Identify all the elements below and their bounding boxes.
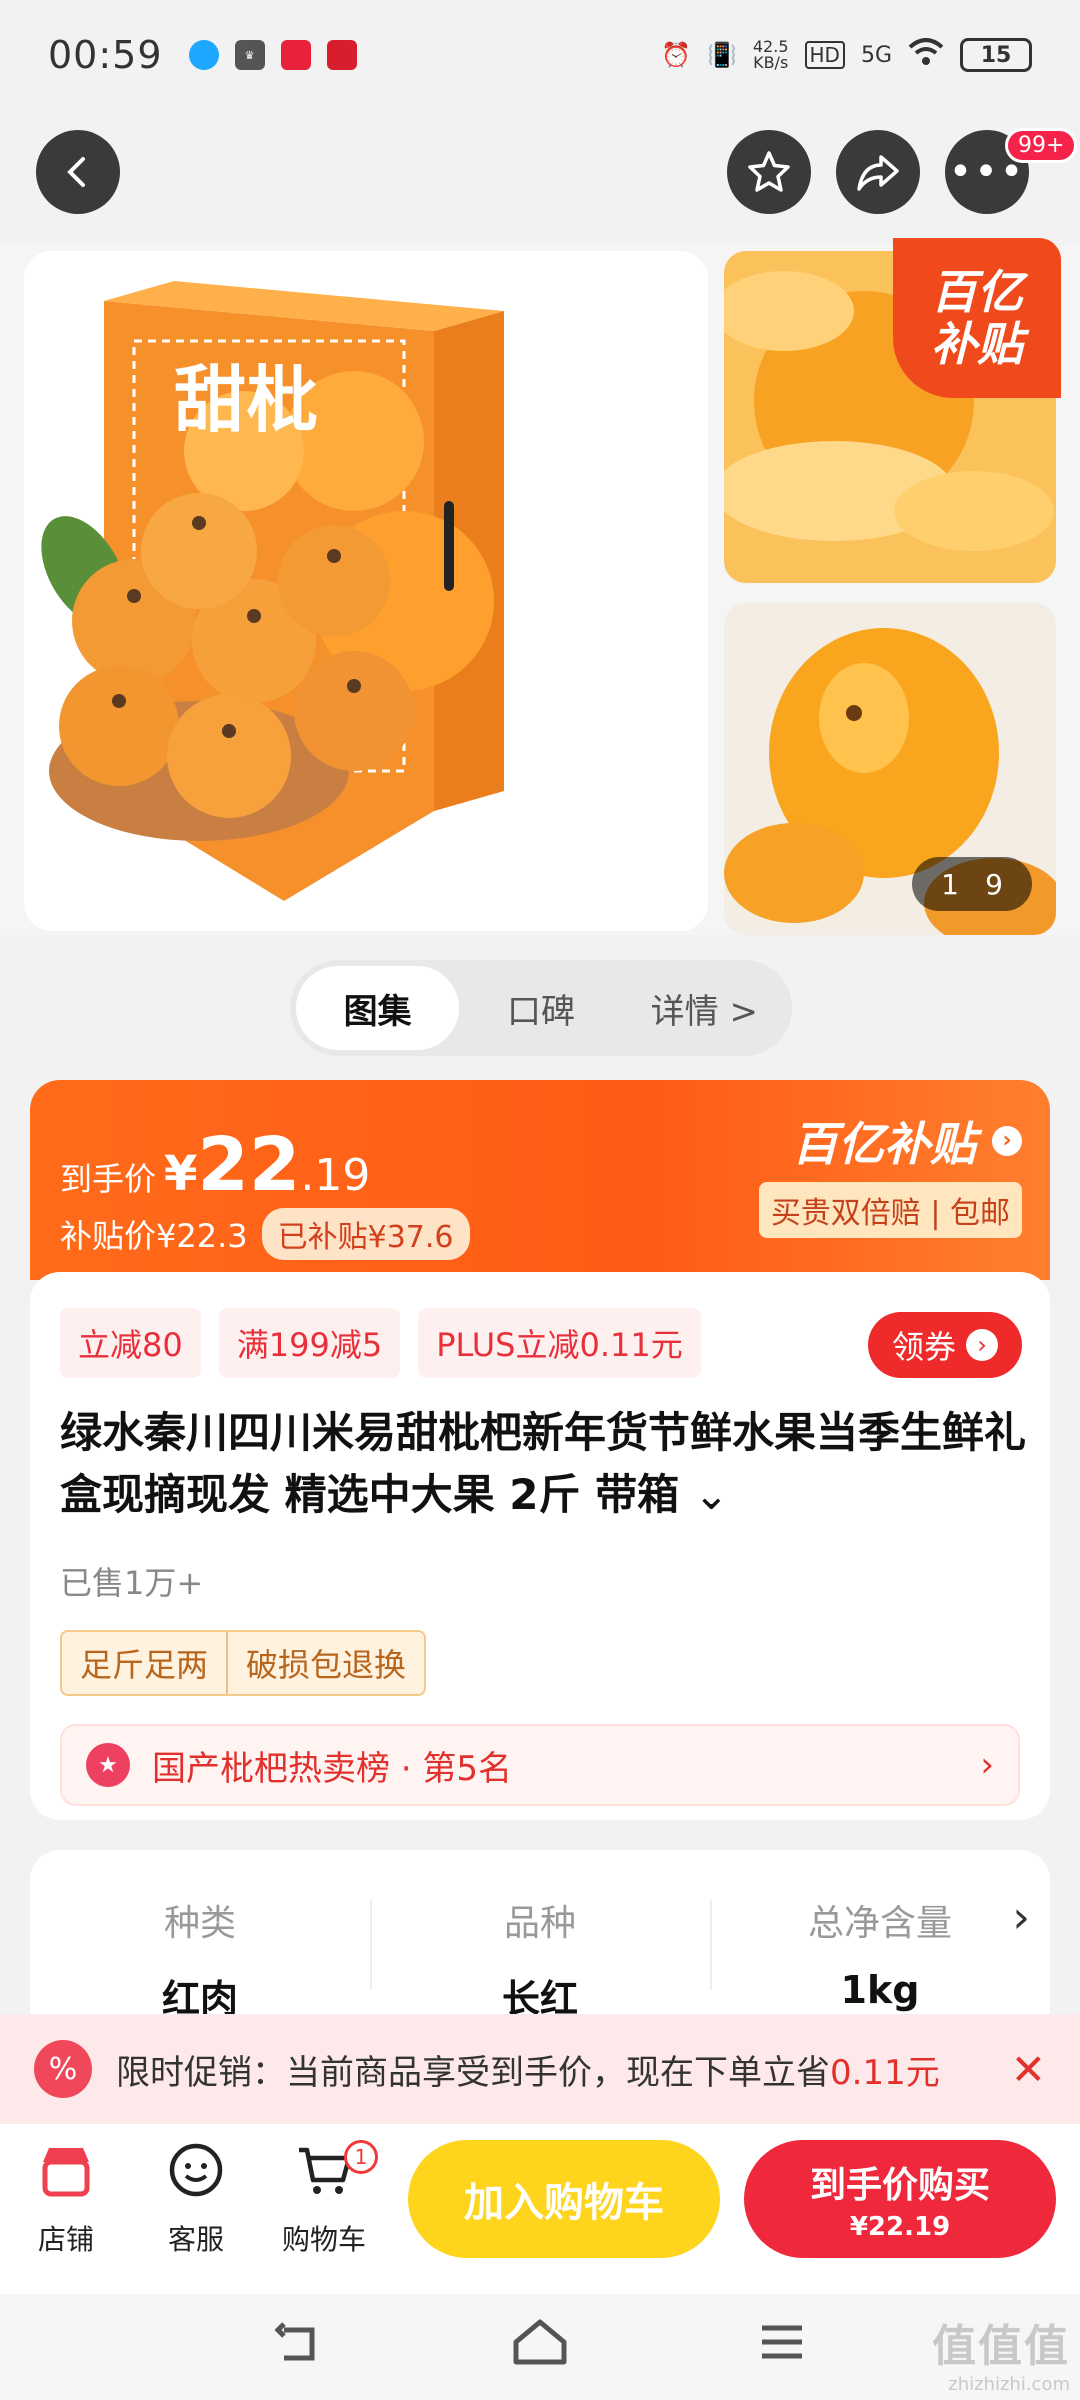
- chevron-right-icon: ›: [992, 1126, 1022, 1156]
- final-price: 到手价 ¥ 22 .19: [60, 1122, 371, 1208]
- customer-service-button[interactable]: 客服: [136, 2140, 256, 2258]
- cart-button[interactable]: 购物车 1: [264, 2140, 384, 2258]
- alarm-icon: ⏰: [661, 41, 691, 69]
- chevron-right-icon[interactable]: ›: [1012, 1892, 1030, 1943]
- sold-count: 已售1万+: [60, 1564, 204, 1602]
- hd-icon: HD: [804, 41, 845, 69]
- get-coupon-button[interactable]: 领券 ›: [867, 1312, 1022, 1378]
- subsidy-corner-badge: 百亿 补贴: [893, 238, 1061, 398]
- guarantee-tags: 足斤足两 破损包退换: [60, 1630, 427, 1696]
- guarantee-tag: 足斤足两: [80, 1646, 209, 1684]
- ranking-row[interactable]: ★ 国产枇杷热卖榜 · 第5名 ›: [60, 1724, 1020, 1806]
- home-nav-icon[interactable]: [510, 2314, 570, 2383]
- vibrate-icon: 📳: [706, 41, 737, 69]
- percent-icon: %: [34, 2040, 92, 2098]
- clock: 00:59: [48, 33, 163, 77]
- content-tabs: 图集 口碑 详情 >: [290, 960, 792, 1056]
- spec-item: 总净含量 1kg: [710, 1894, 1050, 2030]
- product-title[interactable]: 绿水秦川四川米易甜枇杷新年货节鲜水果当季生鲜礼盒现摘现发 精选中大果 2斤 带箱…: [60, 1402, 1030, 1526]
- tab-gallery[interactable]: 图集: [296, 966, 460, 1050]
- wifi-icon: [908, 37, 944, 73]
- tab-reviews[interactable]: 口碑: [459, 966, 622, 1050]
- promo-text: 限时促销：当前商品享受到手价，现在下单立省: [116, 2052, 830, 2093]
- battery-icon: 15: [960, 38, 1032, 72]
- chevron-right-icon: ›: [980, 1745, 994, 1785]
- system-status: ⏰ 📳 42.5 KB/s HD 5G 15: [661, 37, 1032, 73]
- product-info-card: 立减80 满199减5 PLUS立减0.11元 领券 › 绿水秦川四川米易甜枇杷新…: [30, 1272, 1050, 1820]
- back-nav-icon[interactable]: [270, 2314, 326, 2383]
- add-to-cart-button[interactable]: 加入购物车: [408, 2140, 720, 2258]
- guarantee-tag: 破损包退换: [226, 1632, 424, 1694]
- menu-nav-icon[interactable]: [754, 2314, 810, 2383]
- subsidized-amount-tag: 已补贴¥37.6: [261, 1208, 470, 1260]
- coupon-list: 立减80 满199减5 PLUS立减0.11元: [60, 1308, 701, 1378]
- coupon-tag: PLUS立减0.11元: [418, 1308, 701, 1378]
- ranking-text: 国产枇杷热卖榜 · 第5名: [152, 1748, 513, 1789]
- subsidy-row: 补贴价¥22.3 已补贴¥37.6: [60, 1208, 470, 1260]
- subsidy-price: 补贴价¥22.3: [60, 1217, 248, 1255]
- spec-item: 种类 红肉: [161, 1903, 238, 2021]
- chevron-right-icon: ›: [966, 1329, 998, 1361]
- crown-icon: ♛: [234, 40, 265, 70]
- back-button[interactable]: [36, 130, 120, 214]
- tab-details[interactable]: 详情 >: [623, 966, 786, 1050]
- notification-icons: ♛: [188, 40, 357, 70]
- main-product-image[interactable]: 甜枇: [24, 251, 708, 931]
- watermark: 值值值 zhizhizhi.com: [932, 2321, 1070, 2395]
- qq-icon: [188, 40, 219, 70]
- subsidy-guarantee-tags: 买贵双倍赔 | 包邮: [758, 1182, 1022, 1238]
- promo-banner: % 限时促销：当前商品享受到手价，现在下单立省 0.11元 ✕: [0, 2014, 1080, 2124]
- signal-icon: 5G: [860, 42, 892, 68]
- close-icon[interactable]: ✕: [1011, 2045, 1046, 2094]
- subsidy-logo: 百亿补贴 ›: [759, 1108, 1022, 1174]
- favorite-button[interactable]: [727, 130, 811, 214]
- share-icon: [857, 155, 899, 191]
- image-gallery[interactable]: 甜枇 百亿 补贴 1 9: [0, 238, 1080, 935]
- network-speed: 42.5 KB/s: [752, 37, 789, 72]
- image-counter: 1 9: [912, 857, 1032, 911]
- chat-smile-icon: [136, 2140, 256, 2218]
- xiaohongshu-icon: [280, 40, 311, 70]
- store-icon: [6, 2140, 126, 2218]
- store-button[interactable]: 店铺: [6, 2140, 126, 2258]
- chevron-left-icon: [67, 157, 85, 187]
- taobao-icon: [326, 40, 357, 70]
- coupon-tag: 满199减5: [218, 1308, 401, 1378]
- system-nav-bar: [0, 2294, 1080, 2400]
- bottom-action-bar: 店铺 客服 购物车 1 加入购物车 到手价购买 ¥22.19: [0, 2124, 1080, 2294]
- cart-count-badge: 1: [344, 2140, 378, 2174]
- promo-savings: 0.11元: [830, 2052, 940, 2093]
- share-button[interactable]: [836, 130, 920, 214]
- price-banner: 到手价 ¥ 22 .19 补贴价¥22.3 已补贴¥37.6 百亿补贴 › 买贵…: [30, 1080, 1050, 1280]
- status-bar: 00:59 ♛ ⏰ 📳 42.5 KB/s HD 5G 15: [0, 0, 1080, 110]
- spec-item: 品种 长红: [370, 1894, 710, 2030]
- subsidy-brand[interactable]: 百亿补贴 › 买贵双倍赔 | 包邮: [758, 1108, 1022, 1238]
- buy-now-button[interactable]: 到手价购买 ¥22.19: [744, 2140, 1056, 2258]
- coupon-tag: 立减80: [60, 1308, 201, 1378]
- box-calligraphy: 甜枇: [174, 357, 319, 442]
- spec-card[interactable]: 种类 红肉 品种 长红 总净含量 1kg ›: [30, 1850, 1050, 2030]
- star-icon: [748, 151, 790, 192]
- medal-icon: ★: [86, 1743, 130, 1787]
- message-count-badge: 99+: [1005, 128, 1078, 163]
- chevron-down-icon: ⌄: [693, 1470, 729, 1519]
